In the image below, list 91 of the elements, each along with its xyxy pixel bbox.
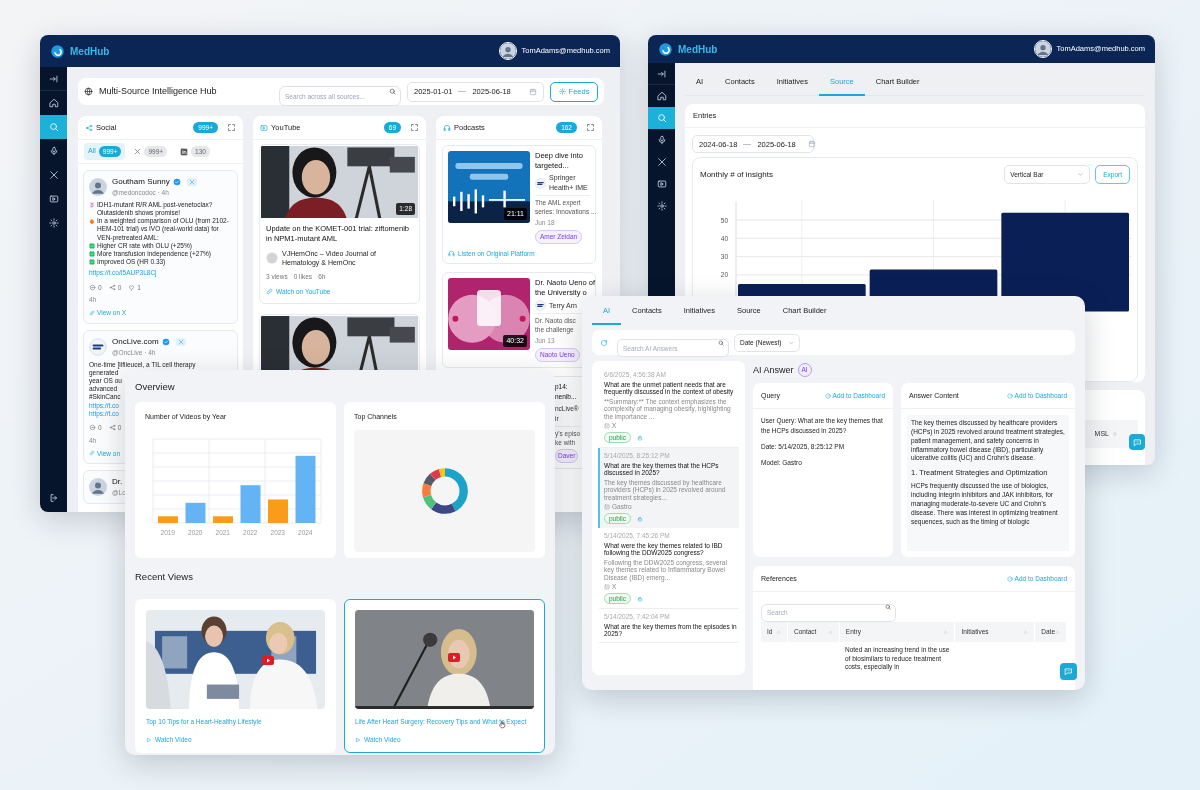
x-logo-icon (134, 148, 142, 155)
calendar-icon (529, 87, 537, 96)
chat-icon (1064, 667, 1073, 676)
gear-icon (558, 88, 566, 95)
chat-button[interactable] (1060, 663, 1077, 680)
publisher-logo-icon (535, 177, 546, 189)
x-logo-icon (656, 157, 667, 167)
hand-cursor-icon (498, 720, 507, 729)
lock-icon[interactable] (637, 434, 643, 441)
settings-icon (48, 218, 59, 228)
logo-icon (50, 43, 65, 59)
play-icon (355, 737, 361, 744)
collapse-icon[interactable] (48, 73, 59, 84)
dashboard-icon (1006, 392, 1013, 399)
x-logo-icon (177, 338, 184, 345)
headphones-icon (443, 123, 451, 132)
globe-icon (84, 87, 93, 96)
dashboard-icon (1006, 575, 1013, 582)
lock-icon[interactable] (637, 515, 643, 522)
section-title: Recent Views (135, 570, 193, 585)
chart-title: Monthly # of insights (700, 169, 773, 182)
logo-icon (658, 41, 673, 57)
search-icon (885, 604, 891, 611)
x-logo-icon (48, 170, 59, 180)
app-name: MedHub (678, 42, 718, 57)
section-title: Overview (135, 380, 175, 394)
home-icon (656, 91, 667, 101)
chat-button[interactable] (1129, 434, 1145, 450)
chevron-icon (1077, 171, 1085, 179)
headphones-icon (448, 249, 455, 257)
video-icon (48, 194, 59, 204)
avatar-icon (498, 42, 517, 60)
link-icon (89, 309, 95, 316)
logo-icon (89, 337, 107, 356)
chart-bar (213, 516, 233, 523)
home-icon (48, 98, 59, 108)
expand-icon[interactable] (410, 123, 419, 132)
dashboard-icon (824, 392, 831, 399)
search-icon (48, 122, 59, 132)
share-icon (85, 123, 93, 132)
settings-icon (656, 201, 667, 211)
channel-avatar-icon (266, 252, 278, 264)
link-icon (89, 450, 95, 457)
avatar-icon (89, 177, 107, 196)
flame-icon (89, 218, 95, 225)
chat-icon (1132, 437, 1142, 447)
checkmark-icon (89, 259, 95, 266)
avatar-icon (89, 478, 107, 497)
chart-bar (240, 484, 261, 523)
video-icon (260, 123, 268, 132)
author-name: Goutham Sunny (112, 176, 170, 188)
link-icon (266, 288, 273, 296)
play-button-icon[interactable] (448, 652, 460, 662)
chart-bar (158, 516, 178, 523)
heart-icon[interactable] (128, 283, 136, 291)
model-icon (604, 423, 610, 429)
app-name: MedHub (70, 44, 110, 59)
comment-icon[interactable] (89, 283, 96, 291)
chart-bar (185, 502, 206, 523)
microphone-icon (48, 146, 59, 156)
x-logo-icon (188, 179, 195, 185)
share-icon[interactable] (108, 424, 116, 432)
share-icon[interactable] (108, 283, 116, 291)
model-icon (604, 584, 610, 590)
expand-icon[interactable] (227, 123, 236, 132)
video-icon (656, 179, 667, 189)
calendar-icon (807, 140, 816, 149)
dna-icon (89, 201, 95, 208)
page-title: Multi-Source Intelligence Hub (99, 84, 217, 98)
expand-icon[interactable] (586, 123, 595, 132)
model-icon (604, 504, 610, 510)
chart-bar (268, 499, 288, 523)
play-icon (146, 737, 152, 744)
search-icon (389, 88, 396, 95)
comment-icon[interactable] (89, 424, 96, 432)
play-button-icon[interactable] (262, 655, 274, 665)
publisher-logo-icon (535, 300, 546, 312)
search-icon (656, 113, 667, 123)
logout-icon[interactable] (48, 493, 59, 503)
chart-bar (295, 455, 316, 523)
chevron-icon (787, 339, 794, 346)
refresh-icon[interactable] (600, 338, 608, 347)
lock-icon[interactable] (637, 595, 643, 602)
microphone-icon (656, 135, 667, 145)
author-name: OncLive.com (112, 335, 159, 348)
search-icon (718, 339, 724, 346)
linkedin-icon (180, 147, 189, 156)
section-title: AI Answer (753, 363, 794, 377)
avatar-icon (1033, 40, 1052, 58)
collapse-icon[interactable] (656, 68, 667, 79)
author-name: Dr. (112, 476, 123, 489)
